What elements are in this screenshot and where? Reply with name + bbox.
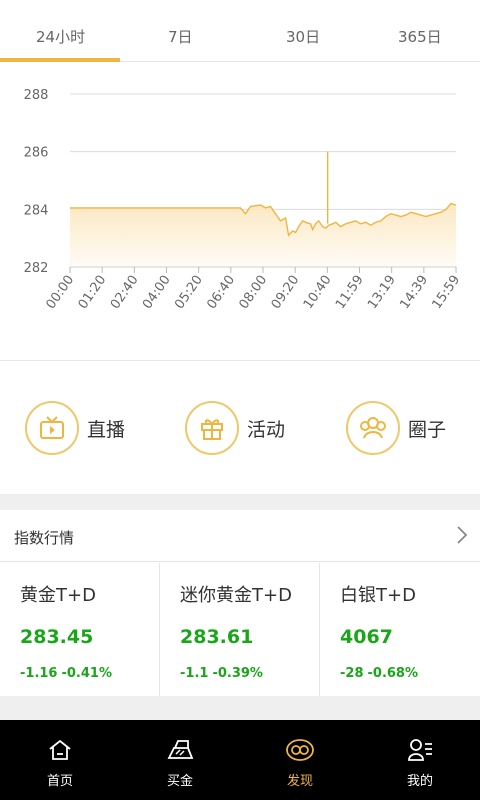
x-tick-label: 14:39 (397, 273, 431, 312)
nav-label: 发现 (286, 774, 313, 789)
x-tick-label: 01:20 (76, 273, 110, 312)
index-card-silver-td[interactable]: 白银T+D 4067 -28 -0.68% (320, 563, 480, 696)
change-value: -28 (340, 666, 364, 681)
section-gap (0, 696, 480, 720)
change-percent: -0.39% (212, 666, 263, 681)
card-price: 4067 (340, 626, 393, 648)
gold-bar-icon (167, 740, 194, 759)
x-tick-label: 15:59 (429, 273, 463, 312)
shortcut-row: 直播 活动 圈子 (0, 361, 480, 494)
change-percent: -0.41% (61, 666, 112, 681)
app-screen: 24小时 7日 30日 365日 288 286 284 282 00:00 01:20 0… (0, 0, 480, 800)
tab-7d[interactable]: 7日 (168, 26, 193, 47)
card-price: 283.45 (20, 626, 94, 648)
card-change: -1.16 -0.41% (20, 666, 116, 681)
shortcut-activity[interactable]: 活动 (185, 401, 285, 455)
profile-icon (408, 739, 432, 761)
chevron-right-icon (457, 526, 468, 544)
nav-profile[interactable]: 我的 (360, 720, 480, 800)
nav-label: 买金 (166, 774, 193, 789)
x-tick-label: 10:40 (301, 273, 335, 312)
change-value: -1.16 (20, 666, 58, 681)
x-tick-label: 05:20 (172, 273, 206, 312)
card-name: 白银T+D (340, 585, 416, 606)
x-tick-label: 06:40 (204, 273, 238, 312)
x-tick-label: 09:20 (269, 273, 303, 312)
shortcut-label: 直播 (87, 418, 126, 441)
y-tick-label: 286 (24, 146, 49, 161)
price-area (70, 203, 456, 267)
index-card-gold-td[interactable]: 黄金T+D 283.45 -1.16 -0.41% (0, 563, 160, 696)
card-change: -1.1 -0.39% (180, 666, 267, 681)
tab-24h[interactable]: 24小时 (36, 26, 85, 47)
card-name: 迷你黄金T+D (180, 585, 292, 606)
card-change: -28 -0.68% (340, 666, 422, 681)
shortcut-live[interactable]: 直播 (25, 401, 125, 455)
period-tabs: 24小时 7日 30日 365日 (0, 0, 480, 62)
section-title: 指数行情 (14, 529, 75, 547)
section-gap (0, 494, 480, 510)
y-tick-label: 282 (24, 261, 49, 276)
home-icon (49, 739, 71, 760)
card-name: 黄金T+D (20, 585, 96, 606)
x-tick-label: 04:00 (140, 273, 174, 312)
shortcut-label: 圈子 (408, 418, 447, 441)
index-section-header[interactable]: 指数行情 (0, 510, 480, 562)
price-chart[interactable]: 288 286 284 282 00:00 01:20 02:40 04:00 05:20 06:… (0, 62, 480, 360)
shortcut-circle[interactable]: 圈子 (346, 401, 446, 455)
shortcut-label: 活动 (247, 418, 286, 441)
gift-icon (185, 401, 239, 455)
index-card-mini-gold-td[interactable]: 迷你黄金T+D 283.61 -1.1 -0.39% (160, 563, 320, 696)
change-percent: -0.68% (367, 666, 419, 681)
discover-icon (286, 739, 314, 761)
x-tick-label: 08:00 (236, 273, 270, 312)
nav-label: 我的 (406, 774, 433, 789)
nav-discover[interactable]: 发现 (240, 720, 360, 800)
index-cards: 黄金T+D 283.45 -1.16 -0.41% 迷你黄金T+D 283.61 … (0, 563, 480, 696)
x-tick-label: 02:40 (108, 273, 142, 312)
nav-home[interactable]: 首页 (0, 720, 120, 800)
price-chart-svg: 288 286 284 28200:0001:2002:4004:0005:2006:… (24, 88, 464, 312)
group-icon (346, 401, 400, 455)
y-tick-label: 284 (24, 203, 49, 218)
tab-30d[interactable]: 30日 (286, 26, 320, 47)
nav-buy-gold[interactable]: 买金 (120, 720, 240, 800)
tab-365d[interactable]: 365日 (398, 26, 442, 47)
y-tick-label: 288 (24, 88, 49, 103)
x-tick-label: 11:59 (333, 273, 367, 312)
x-tick-label: 13:19 (365, 273, 399, 312)
tv-icon (25, 401, 79, 455)
nav-label: 首页 (46, 774, 73, 789)
change-value: -1.1 (180, 666, 209, 681)
x-tick-label: 00:00 (43, 273, 77, 312)
card-price: 283.61 (180, 626, 254, 648)
bottom-nav: 首页 买金 发现 我的 (0, 720, 480, 800)
